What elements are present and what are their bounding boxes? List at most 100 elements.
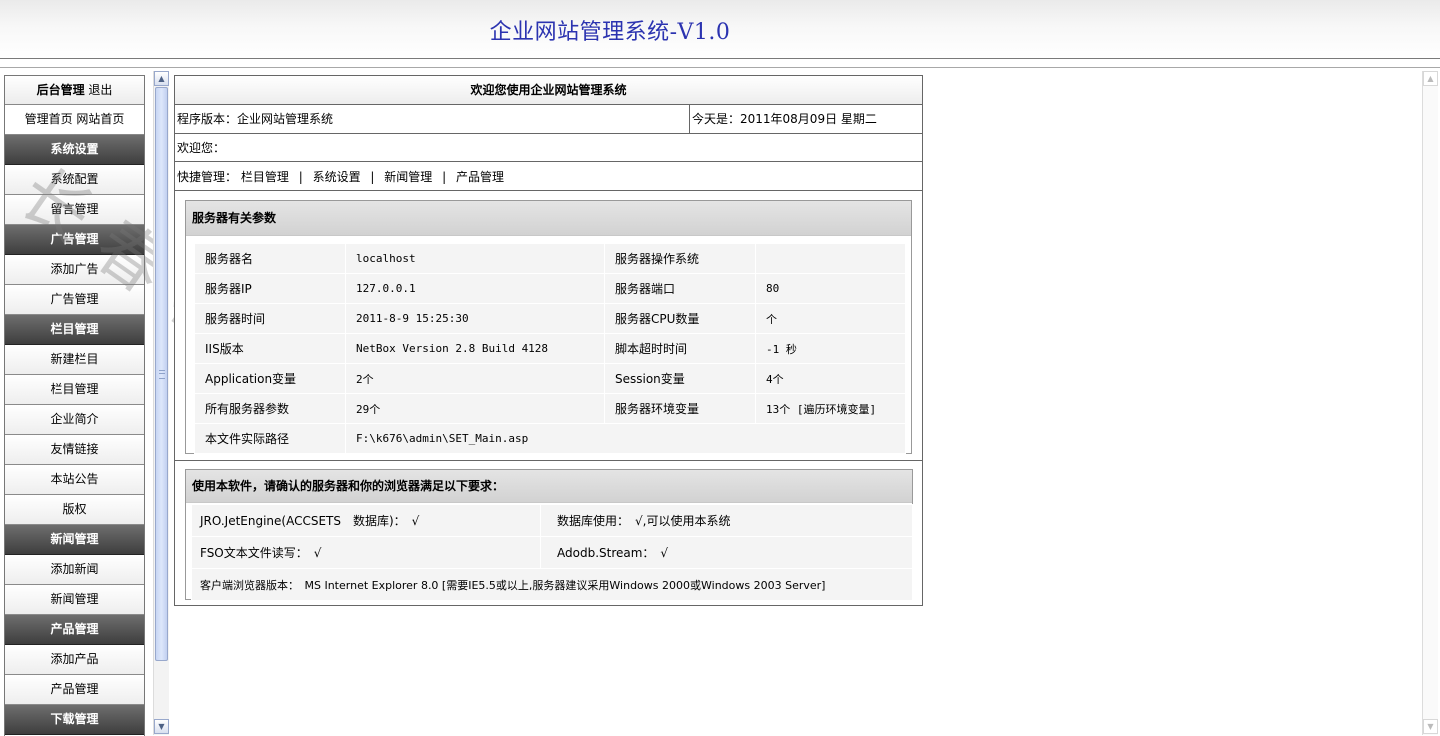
- param-value: [755, 243, 906, 274]
- version-row: 程序版本：企业网站管理系统 今天是：2011年08月09日 星期二: [175, 105, 922, 134]
- header-divider: [0, 67, 1440, 68]
- requirements-box: 使用本软件，请确认的服务器和你的浏览器满足以下要求： JRO.JetEngine…: [185, 469, 913, 601]
- requirement-fso: FSO文本文件读写： √: [191, 536, 541, 569]
- sidebar-item-messages[interactable]: 留言管理: [5, 195, 144, 225]
- welcome-title: 欢迎您使用企业网站管理系统: [175, 76, 922, 105]
- scrollbar-thumb[interactable]: [155, 87, 168, 661]
- param-label: 服务器时间: [194, 303, 346, 334]
- sidebar-item-system-config[interactable]: 系统配置: [5, 165, 144, 195]
- server-section: 服务器有关参数 服务器名 localhost 服务器操作系统 服务器IP 127…: [175, 192, 922, 461]
- table-row: JRO.JetEngine(ACCSETS 数据库)： √ 数据库使用： √,可…: [191, 504, 913, 537]
- sidebar-group-ads[interactable]: 广告管理: [5, 225, 144, 255]
- sidebar: 后台管理 退出 管理首页 网站首页 系统设置 系统配置 留言管理 广告管理 添加…: [4, 75, 145, 736]
- site-home-link[interactable]: 网站首页: [76, 112, 124, 126]
- sidebar-group-products[interactable]: 产品管理: [5, 615, 144, 645]
- param-label: 服务器IP: [194, 273, 346, 304]
- quick-link-products[interactable]: 产品管理: [456, 170, 504, 184]
- sidebar-item-company-intro[interactable]: 企业简介: [5, 405, 144, 435]
- sidebar-header: 后台管理 退出: [5, 76, 144, 105]
- sidebar-item-manage-news[interactable]: 新闻管理: [5, 585, 144, 615]
- requirements-title: 使用本软件，请确认的服务器和你的浏览器满足以下要求：: [186, 470, 912, 503]
- table-row: FSO文本文件读写： √ Adodb.Stream： √: [191, 536, 913, 569]
- admin-home-link[interactable]: 管理首页: [25, 112, 73, 126]
- grip-icon: [159, 370, 165, 379]
- table-row: 本文件实际路径 F:\k676\admin\SET_Main.asp: [194, 423, 906, 454]
- greeting: 欢迎您：: [175, 134, 922, 162]
- logout-link[interactable]: 退出: [88, 83, 112, 97]
- main-scrollbar[interactable]: ▲ ▼: [1422, 71, 1438, 735]
- sidebar-item-manage-columns[interactable]: 栏目管理: [5, 375, 144, 405]
- requirements-table: JRO.JetEngine(ACCSETS 数据库)： √ 数据库使用： √,可…: [191, 504, 913, 601]
- table-row: 所有服务器参数 29个 服务器环境变量 13个 [遍历环境变量]: [194, 393, 906, 424]
- param-value: 2011-8-9 15:25:30: [345, 303, 605, 334]
- sidebar-item-new-column[interactable]: 新建栏目: [5, 345, 144, 375]
- param-value: F:\k676\admin\SET_Main.asp: [345, 423, 906, 454]
- sidebar-group-columns[interactable]: 栏目管理: [5, 315, 144, 345]
- sidebar-item-announcement[interactable]: 本站公告: [5, 465, 144, 495]
- requirement-adodb: Adodb.Stream： √: [540, 536, 913, 569]
- sidebar-title: 后台管理: [36, 83, 85, 97]
- page-header: 企业网站管理系统-V1.0: [0, 0, 1440, 59]
- scroll-down-icon[interactable]: ▼: [1423, 719, 1438, 734]
- requirement-db: 数据库使用： √,可以使用本系统: [540, 504, 913, 537]
- table-row: 客户端浏览器版本： MS Internet Explorer 8.0 [需要IE…: [191, 568, 913, 601]
- table-row: 服务器IP 127.0.0.1 服务器端口 80: [194, 273, 906, 304]
- param-label: 服务器端口: [604, 273, 756, 304]
- param-value: 个: [755, 303, 906, 334]
- param-value: 127.0.0.1: [345, 273, 605, 304]
- sidebar-item-manage-products[interactable]: 产品管理: [5, 675, 144, 705]
- table-row: 服务器名 localhost 服务器操作系统: [194, 243, 906, 274]
- param-value: 4个: [755, 363, 906, 394]
- sidebar-item-add-news[interactable]: 添加新闻: [5, 555, 144, 585]
- sidebar-group-news[interactable]: 新闻管理: [5, 525, 144, 555]
- param-label: 服务器操作系统: [604, 243, 756, 274]
- param-label: 服务器名: [194, 243, 346, 274]
- sidebar-group-downloads[interactable]: 下载管理: [5, 705, 144, 735]
- param-label: Application变量: [194, 363, 346, 394]
- scroll-down-icon[interactable]: ▼: [154, 719, 169, 734]
- program-version: 程序版本：企业网站管理系统: [177, 112, 334, 126]
- server-params-table: 服务器名 localhost 服务器操作系统 服务器IP 127.0.0.1 服…: [194, 243, 906, 454]
- param-value: 2个: [345, 363, 605, 394]
- quick-separator: |: [298, 170, 303, 184]
- sidebar-item-manage-ads[interactable]: 广告管理: [5, 285, 144, 315]
- requirement-client: 客户端浏览器版本： MS Internet Explorer 8.0 [需要IE…: [191, 568, 913, 601]
- param-label: Session变量: [604, 363, 756, 394]
- param-value: localhost: [345, 243, 605, 274]
- sidebar-group-system[interactable]: 系统设置: [5, 135, 144, 165]
- param-value: 80: [755, 273, 906, 304]
- param-label: IIS版本: [194, 333, 346, 364]
- scroll-up-icon[interactable]: ▲: [1423, 71, 1438, 86]
- quick-link-columns[interactable]: 栏目管理: [241, 170, 289, 184]
- quick-separator: |: [370, 170, 375, 184]
- quick-link-news[interactable]: 新闻管理: [384, 170, 432, 184]
- sidebar-item-copyright[interactable]: 版权: [5, 495, 144, 525]
- sidebar-home-links: 管理首页 网站首页: [5, 105, 144, 135]
- table-row: 服务器时间 2011-8-9 15:25:30 服务器CPU数量 个: [194, 303, 906, 334]
- param-value: 29个: [345, 393, 605, 424]
- table-row: Application变量 2个 Session变量 4个: [194, 363, 906, 394]
- table-row: IIS版本 NetBox Version 2.8 Build 4128 脚本超时…: [194, 333, 906, 364]
- sidebar-scrollbar[interactable]: ▲ ▼: [153, 71, 169, 735]
- param-value: -1 秒: [755, 333, 906, 364]
- current-date: 今天是：2011年08月09日 星期二: [689, 105, 877, 133]
- server-params-title: 服务器有关参数: [186, 201, 911, 236]
- sidebar-item-add-ad[interactable]: 添加广告: [5, 255, 144, 285]
- scroll-up-icon[interactable]: ▲: [154, 71, 169, 86]
- server-params-box: 服务器有关参数 服务器名 localhost 服务器操作系统 服务器IP 127…: [185, 200, 912, 454]
- param-label: 脚本超时时间: [604, 333, 756, 364]
- param-label: 服务器CPU数量: [604, 303, 756, 334]
- param-label: 本文件实际路径: [194, 423, 346, 454]
- sidebar-item-add-product[interactable]: 添加产品: [5, 645, 144, 675]
- sidebar-item-friend-links[interactable]: 友情链接: [5, 435, 144, 465]
- quick-link-system[interactable]: 系统设置: [313, 170, 361, 184]
- param-label: 服务器环境变量: [604, 393, 756, 424]
- quick-label: 快捷管理：: [177, 170, 238, 184]
- requirement-jro: JRO.JetEngine(ACCSETS 数据库)： √: [191, 504, 541, 537]
- quick-links-row: 快捷管理： 栏目管理 | 系统设置 | 新闻管理 | 产品管理: [175, 163, 922, 191]
- main-panel: 欢迎您使用企业网站管理系统 程序版本：企业网站管理系统 今天是：2011年08月…: [174, 75, 923, 606]
- param-label: 所有服务器参数: [194, 393, 346, 424]
- env-vars-link[interactable]: 13个 [遍历环境变量]: [755, 393, 906, 424]
- quick-separator: |: [442, 170, 447, 184]
- param-value: NetBox Version 2.8 Build 4128: [345, 333, 605, 364]
